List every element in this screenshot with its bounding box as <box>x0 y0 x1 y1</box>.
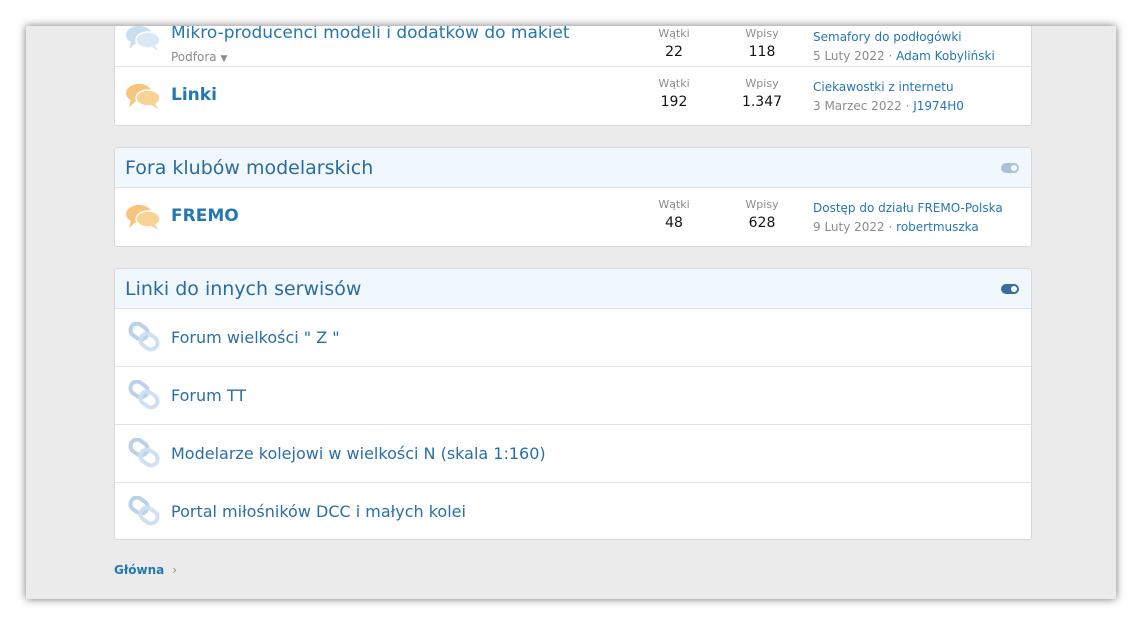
last-post-title[interactable]: Semafory do podłogówki <box>813 28 995 46</box>
threads-count: 22 <box>665 44 683 60</box>
chat-bubbles-icon <box>126 84 161 109</box>
last-post-meta: 3 Marzec 2022 · J1974H0 <box>813 99 964 113</box>
breadcrumb: Główna › <box>114 563 177 577</box>
link-title[interactable]: Portal miłośników DCC i małych kolei <box>171 502 466 521</box>
category-title[interactable]: Fora klubów modelarskich <box>125 157 373 179</box>
link-row[interactable]: Forum wielkości " Z " <box>115 309 1031 367</box>
posts-stat: Wpisy 118 <box>727 27 797 63</box>
last-post-title[interactable]: Dostęp do działu FREMO-Polska <box>813 199 1003 217</box>
forum-title[interactable]: Mikro-producenci modeli i dodatków do ma… <box>171 26 570 43</box>
subforums-label: Podfora <box>171 50 217 64</box>
collapse-toggle-icon[interactable] <box>1001 162 1019 173</box>
posts-count: 628 <box>748 215 776 231</box>
breadcrumb-home[interactable]: Główna <box>114 563 164 577</box>
threads-label: Wątki <box>658 77 690 90</box>
last-post-user[interactable]: Adam Kobyliński <box>896 49 995 63</box>
caret-down-icon: ▼ <box>220 54 228 64</box>
threads-count: 48 <box>665 215 683 231</box>
links-category-block: Linki do innych serwisów Forum wielkości… <box>114 268 1032 540</box>
link-chain-icon <box>128 380 160 410</box>
posts-stat: Wpisy 1.347 <box>727 77 797 113</box>
link-title[interactable]: Forum wielkości " Z " <box>171 328 340 347</box>
link-row[interactable]: Modelarze kolejowi w wielkości N (skala … <box>115 425 1031 483</box>
last-post: Ciekawostki z internetu 3 Marzec 2022 · … <box>813 78 964 116</box>
posts-label: Wpisy <box>745 27 779 40</box>
collapse-toggle-icon[interactable] <box>1001 283 1019 294</box>
last-post-title[interactable]: Ciekawostki z internetu <box>813 78 964 96</box>
last-post-user[interactable]: J1974H0 <box>913 99 964 113</box>
posts-count: 1.347 <box>741 94 783 110</box>
threads-label: Wątki <box>658 198 690 211</box>
link-chain-icon <box>128 496 160 526</box>
forum-row[interactable]: Linki Wątki 192 Wpisy 1.347 Ciekawostki … <box>115 67 1031 125</box>
threads-stat: Wątki 48 <box>639 198 709 234</box>
chat-bubbles-icon <box>126 26 161 51</box>
forum-row[interactable]: FREMO Wątki 48 Wpisy 628 Dostęp do dział… <box>115 188 1031 246</box>
last-post-date[interactable]: 9 Luty 2022 <box>813 220 885 234</box>
subforums-toggle[interactable]: Podfora ▼ <box>171 50 227 64</box>
category-header: Linki do innych serwisów <box>115 269 1031 309</box>
posts-count: 118 <box>748 44 776 60</box>
chat-bubbles-icon <box>126 205 161 230</box>
posts-label: Wpisy <box>745 198 779 211</box>
link-title[interactable]: Forum TT <box>171 386 246 405</box>
last-post-meta: 5 Luty 2022 · Adam Kobyliński <box>813 49 995 63</box>
link-chain-icon <box>128 438 160 468</box>
forum-row[interactable]: Mikro-producenci modeli i dodatków do ma… <box>115 26 1031 67</box>
threads-stat: Wątki 192 <box>639 77 709 113</box>
last-post-date[interactable]: 5 Luty 2022 <box>813 49 885 63</box>
page-frame: Mikro-producenci modeli i dodatków do ma… <box>26 26 1116 599</box>
last-post-user[interactable]: robertmuszka <box>896 220 979 234</box>
category-title[interactable]: Linki do innych serwisów <box>125 278 361 300</box>
threads-stat: Wątki 22 <box>639 27 709 63</box>
link-row[interactable]: Portal miłośników DCC i małych kolei <box>115 483 1031 539</box>
forum-title[interactable]: Linki <box>171 85 217 105</box>
link-title[interactable]: Modelarze kolejowi w wielkości N (skala … <box>171 444 546 463</box>
breadcrumb-chevron-icon: › <box>172 563 178 577</box>
forum-list-block: Mikro-producenci modeli i dodatków do ma… <box>114 26 1032 126</box>
last-post-meta: 9 Luty 2022 · robertmuszka <box>813 220 979 234</box>
last-post: Semafory do podłogówki 5 Luty 2022 · Ada… <box>813 28 995 66</box>
category-header: Fora klubów modelarskich <box>115 148 1031 188</box>
link-row[interactable]: Forum TT <box>115 367 1031 425</box>
threads-count: 192 <box>660 94 688 110</box>
posts-stat: Wpisy 628 <box>727 198 797 234</box>
posts-label: Wpisy <box>745 77 779 90</box>
clubs-category-block: Fora klubów modelarskich FREMO Wątki 48 … <box>114 147 1032 247</box>
link-chain-icon <box>128 322 160 352</box>
threads-label: Wątki <box>658 27 690 40</box>
forum-title[interactable]: FREMO <box>171 206 239 226</box>
last-post: Dostęp do działu FREMO-Polska 9 Luty 202… <box>813 199 1003 237</box>
last-post-date[interactable]: 3 Marzec 2022 <box>813 99 902 113</box>
